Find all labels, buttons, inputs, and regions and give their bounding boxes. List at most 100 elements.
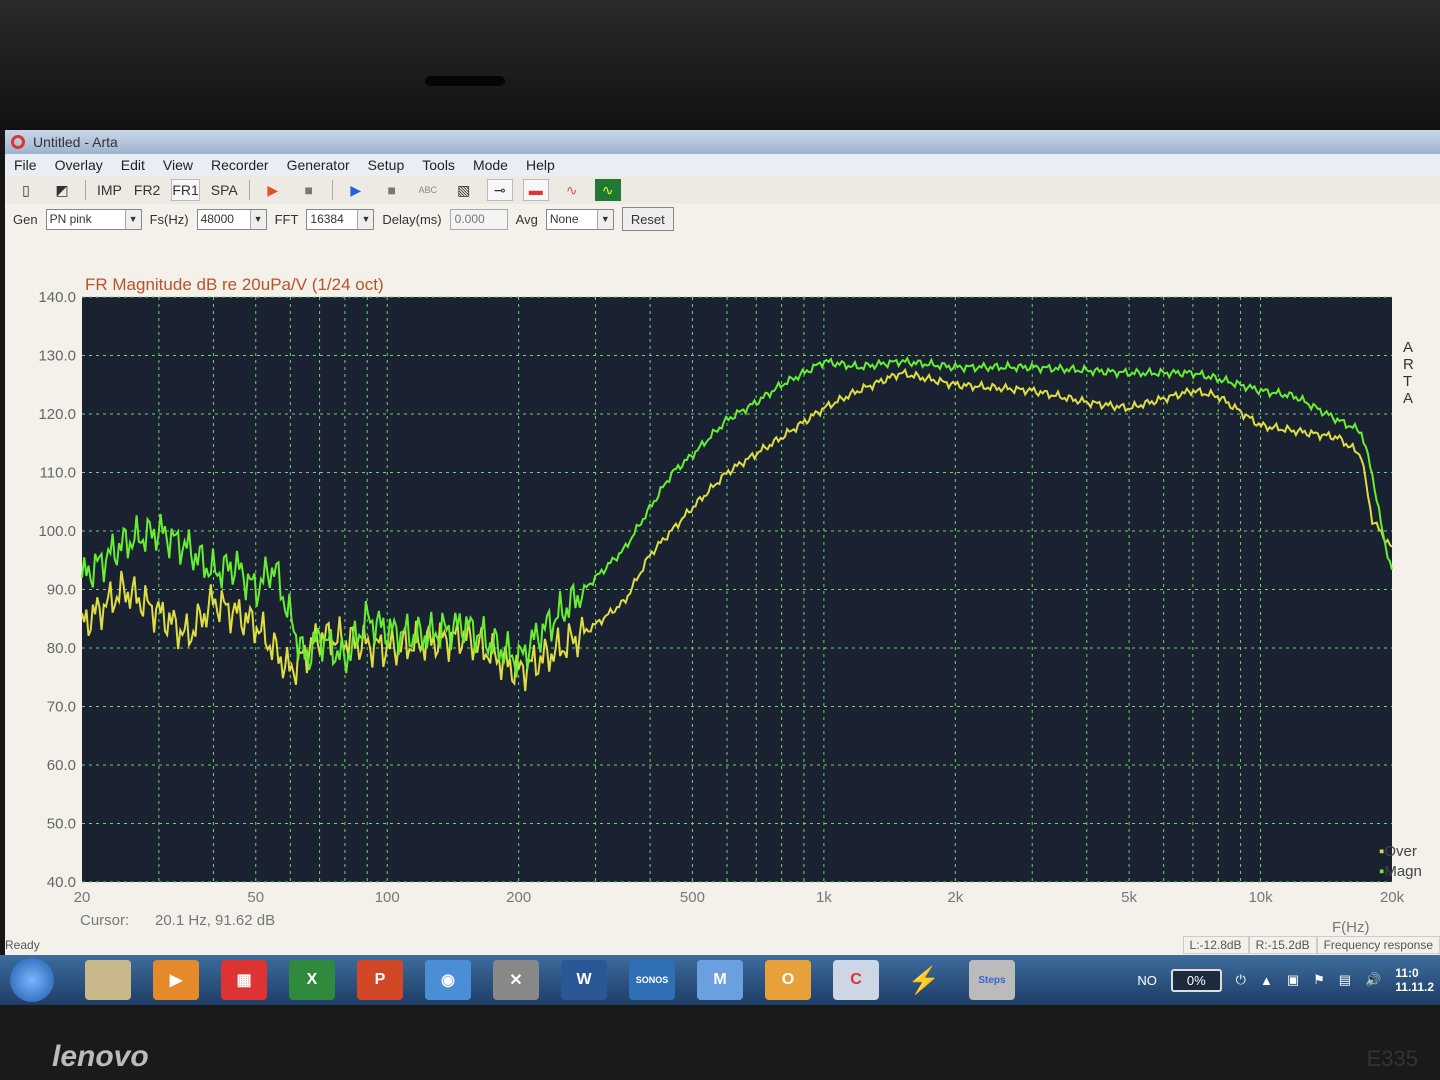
delay-input[interactable]: 0.000 — [449, 208, 508, 230]
spectrum-color-icon[interactable]: ▬ — [522, 179, 549, 201]
spa-button[interactable]: SPA — [210, 179, 239, 201]
separator — [85, 180, 86, 200]
taskbar-office-icon[interactable]: O — [765, 960, 811, 1000]
taskbar-media-icon[interactable]: ◉ — [425, 960, 471, 1000]
fft-label: FFT — [274, 211, 299, 227]
fr2-button[interactable]: FR2 — [133, 179, 161, 201]
record-stop-icon[interactable]: ■ — [296, 179, 322, 201]
menu-file[interactable]: File — [5, 157, 46, 173]
menu-generator[interactable]: Generator — [278, 157, 359, 173]
status-ready: Ready — [5, 938, 40, 952]
legend-magn-label: Magn — [1384, 863, 1422, 880]
status-bar: Ready L:-12.8dB R:-15.2dB Frequency resp… — [5, 935, 1440, 955]
y-tick-label: 130.0 — [38, 348, 76, 365]
menu-help[interactable]: Help — [517, 157, 564, 173]
hatch-icon[interactable]: ▧ — [451, 179, 477, 201]
frequency-response-chart[interactable]: FR Magnitude dB re 20uPa/V (1/24 oct) 40… — [5, 270, 1440, 950]
reset-button[interactable]: Reset — [621, 207, 674, 231]
menu-recorder[interactable]: Recorder — [202, 157, 278, 173]
taskbar-steps-app[interactable]: Steps — [969, 960, 1015, 1000]
abc-button[interactable]: ABC — [415, 179, 441, 201]
laptop-bezel-top — [0, 0, 1440, 130]
taskbar-sonos-icon[interactable]: SONOS — [629, 960, 675, 1000]
fs-select[interactable]: 48000 ▼ — [196, 208, 267, 230]
generator-stop-icon[interactable]: ■ — [379, 179, 405, 201]
separator — [331, 180, 333, 200]
x-axis-label: F(Hz) — [1332, 919, 1370, 936]
fr1-button[interactable]: FR1 — [171, 179, 200, 201]
tray-expand-icon[interactable]: ▲ — [1260, 973, 1273, 988]
x-tick-label: 20 — [74, 889, 91, 906]
y-tick-label: 60.0 — [47, 757, 76, 774]
record-play-icon[interactable]: ▶ — [260, 179, 286, 201]
arta-window: Untitled - Arta File Overlay Edit View Recor… — [5, 130, 1440, 955]
network-icon[interactable]: ▣ — [1287, 972, 1299, 988]
scope-icon[interactable]: ∿ — [594, 179, 621, 201]
x-tick-label: 2k — [947, 889, 963, 906]
taskbar-excel-icon[interactable]: X — [289, 960, 335, 1000]
status-mode: Frequency response — [1316, 936, 1440, 954]
generator-play-icon[interactable]: ▶ — [343, 179, 369, 201]
open-file-icon[interactable]: ◩ — [49, 179, 75, 201]
battery-indicator[interactable]: 0% — [1170, 968, 1222, 992]
power-icon[interactable]: ▤ — [1339, 972, 1351, 988]
arta-app-icon — [11, 135, 25, 149]
power-plug-icon[interactable]: ⏻ — [1236, 972, 1246, 988]
y-axis-ticks: 40.0 50.0 60.0 70.0 80.0 90.0 100.0 110.0 120.0 1… — [38, 289, 76, 891]
action-center-flag-icon[interactable]: ⚑ — [1313, 972, 1325, 988]
chevron-down-icon: ▼ — [357, 209, 374, 229]
webcam — [425, 76, 505, 86]
chevron-down-icon: ▼ — [596, 209, 613, 229]
menu-setup[interactable]: Setup — [359, 157, 414, 173]
menu-view[interactable]: View — [154, 157, 202, 173]
menu-mode[interactable]: Mode — [464, 157, 517, 173]
menu-tools[interactable]: Tools — [413, 157, 464, 173]
avg-label: Avg — [515, 211, 538, 227]
gen-value: PN pink — [49, 212, 92, 226]
system-tray: NO 0% ⏻ ▲ ▣ ⚑ ▤ 🔊 11:0 11.11.2 — [1137, 966, 1440, 994]
taskbar-media-player-icon[interactable]: ▶ — [153, 960, 199, 1000]
x-tick-label: 200 — [506, 889, 531, 906]
start-button[interactable] — [10, 958, 54, 1002]
taskbar-powerpoint-icon[interactable]: P — [357, 960, 403, 1000]
menu-overlay[interactable]: Overlay — [46, 157, 112, 173]
taskbar-word-icon[interactable]: W — [561, 960, 607, 1000]
x-tick-label: 500 — [680, 889, 705, 906]
fft-select[interactable]: 16384 ▼ — [306, 208, 375, 230]
legend-magn: ▪Magn — [1379, 863, 1422, 880]
taskbar-tool-icon[interactable]: ✕ — [493, 960, 539, 1000]
avg-select[interactable]: None ▼ — [545, 208, 614, 230]
taskbar: ▶ ▦ X P ◉ ✕ W SONOS M O C ⚡ Steps NO 0% … — [0, 955, 1440, 1005]
chevron-down-icon: ▼ — [124, 209, 141, 229]
gen-label: Gen — [13, 211, 38, 227]
x-tick-label: 50 — [247, 889, 264, 906]
taskbar-arta-icon[interactable]: C — [833, 960, 879, 1000]
probe-icon[interactable]: ⊸ — [486, 179, 513, 201]
chevron-down-icon: ▼ — [249, 209, 266, 229]
gen-select[interactable]: PN pink ▼ — [45, 208, 142, 230]
clock-date: 11.11.2 — [1395, 980, 1434, 994]
taskbar-grid-app-icon[interactable]: ▦ — [221, 960, 267, 1000]
signal-icon[interactable]: ∿ — [559, 179, 585, 201]
imp-button[interactable]: IMP — [96, 179, 123, 201]
menu-edit[interactable]: Edit — [112, 157, 154, 173]
language-indicator[interactable]: NO — [1137, 973, 1157, 988]
control-bar: Gen PN pink ▼ Fs(Hz) 48000 ▼ FFT 16384 ▼ De… — [5, 204, 1440, 234]
taskbar-bolt-icon[interactable]: ⚡ — [901, 960, 947, 1000]
y-tick-label: 110.0 — [40, 465, 76, 482]
clock-time: 11:0 — [1395, 966, 1419, 980]
y-tick-label: 40.0 — [47, 874, 76, 891]
fs-value: 48000 — [200, 212, 234, 226]
clock[interactable]: 11:0 11.11.2 — [1395, 966, 1434, 994]
arta-vertical-brand: ARTA — [1403, 339, 1414, 407]
new-file-icon[interactable]: ▯ — [13, 179, 39, 201]
toolbar: ▯ ◩ IMP FR2 FR1 SPA ▶ ■ ▶ ■ ABC ▧ ⊸ ▬ ∿ … — [5, 176, 1440, 204]
taskbar-app-icon[interactable]: M — [697, 960, 743, 1000]
taskbar-explorer-icon[interactable] — [85, 960, 131, 1000]
y-tick-label: 90.0 — [47, 582, 76, 599]
y-tick-label: 70.0 — [47, 699, 76, 716]
laptop-bezel-bottom — [0, 1005, 1440, 1080]
volume-icon[interactable]: 🔊 — [1365, 972, 1381, 988]
x-tick-label: 20k — [1380, 889, 1405, 906]
y-tick-label: 100.0 — [38, 523, 76, 540]
